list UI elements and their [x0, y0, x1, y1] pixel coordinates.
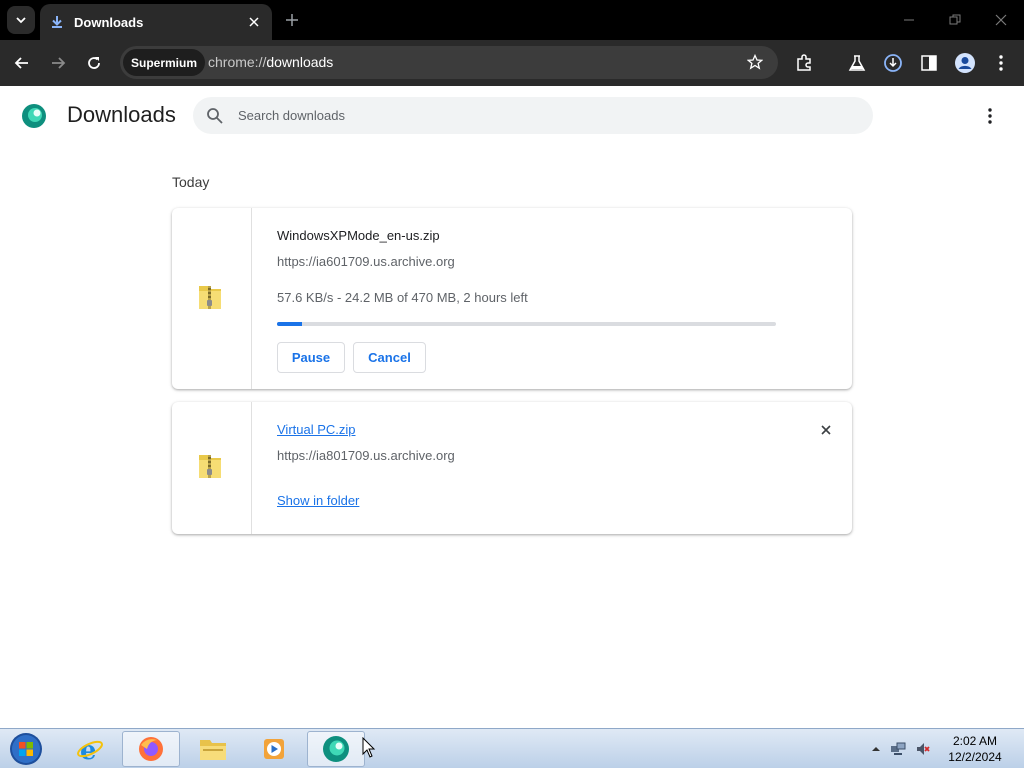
tab-title: Downloads — [74, 14, 144, 30]
labs-flask-icon[interactable] — [846, 52, 868, 74]
taskbar-file-explorer[interactable] — [184, 731, 242, 767]
file-icon-column — [172, 208, 252, 389]
minimize-icon[interactable] — [899, 10, 919, 30]
url-scheme: chrome:// — [208, 54, 267, 70]
profile-avatar-icon[interactable] — [954, 52, 976, 74]
media-player-icon — [264, 739, 284, 759]
back-arrow-icon[interactable] — [10, 51, 34, 75]
download-filename-link[interactable]: Virtual PC.zip — [277, 422, 356, 437]
tab-search-button[interactable] — [7, 6, 35, 34]
windows-taskbar: e 2:02 AM 12/2/2024 — [0, 728, 1024, 768]
download-source-url: https://ia801709.us.archive.org — [277, 448, 455, 463]
cancel-button[interactable]: Cancel — [353, 342, 426, 373]
taskbar-internet-explorer[interactable]: e — [61, 731, 119, 767]
address-bar[interactable]: Supermium chrome://downloads — [120, 46, 778, 79]
tab-downloads[interactable]: Downloads — [40, 4, 272, 40]
download-icon — [52, 16, 62, 28]
pause-button[interactable]: Pause — [277, 342, 345, 373]
supermium-logo-icon — [20, 102, 48, 130]
download-card-complete: Virtual PC.zip https://ia801709.us.archi… — [172, 402, 852, 534]
firefox-icon — [139, 737, 163, 761]
close-window-icon[interactable] — [991, 10, 1011, 30]
tab-close-icon[interactable] — [246, 14, 262, 30]
url-host: downloads — [266, 54, 334, 70]
clock-time: 2:02 AM — [952, 734, 998, 748]
download-progress-fill — [277, 322, 302, 326]
tray-expand-icon[interactable] — [868, 741, 884, 757]
internet-explorer-icon: e — [77, 736, 103, 764]
start-button[interactable] — [6, 731, 46, 767]
browser-chip[interactable]: Supermium — [123, 49, 206, 76]
url-text: chrome://downloads — [208, 54, 333, 70]
taskbar-firefox[interactable] — [122, 731, 180, 767]
mouse-cursor-icon — [362, 737, 376, 758]
download-status-text: 57.6 KB/s - 24.2 MB of 470 MB, 2 hours l… — [277, 290, 528, 305]
clock-date: 12/2/2024 — [948, 750, 1002, 764]
download-filename: WindowsXPMode_en-us.zip — [277, 228, 440, 243]
extensions-puzzle-icon[interactable] — [793, 52, 815, 74]
browser-toolbar: Supermium chrome://downloads — [0, 40, 1024, 86]
remove-download-close-icon[interactable] — [816, 420, 836, 440]
zip-folder-icon — [199, 455, 221, 478]
forward-arrow-icon[interactable] — [46, 51, 70, 75]
network-icon[interactable] — [890, 741, 906, 757]
zip-folder-icon — [199, 286, 221, 309]
side-panel-icon[interactable] — [918, 52, 940, 74]
tab-strip: Downloads — [0, 0, 1024, 40]
browser-menu-icon[interactable] — [990, 52, 1012, 74]
bookmark-star-icon[interactable] — [746, 53, 764, 71]
supermium-icon — [323, 736, 349, 762]
file-icon-column — [172, 402, 252, 534]
windows-logo-icon — [10, 733, 42, 765]
page-title: Downloads — [67, 102, 176, 127]
show-in-folder-link[interactable]: Show in folder — [277, 493, 359, 508]
restore-icon[interactable] — [945, 10, 965, 30]
folder-icon — [200, 740, 226, 760]
search-icon — [207, 108, 223, 124]
reload-icon[interactable] — [82, 51, 106, 75]
svg-text:e: e — [80, 736, 97, 764]
downloads-page: Downloads Today WindowsXPMode_en-us.zip … — [0, 86, 1024, 728]
system-clock[interactable]: 2:02 AM 12/2/2024 — [940, 733, 1010, 765]
chevron-down-icon — [16, 17, 26, 24]
page-menu-icon[interactable] — [978, 104, 1002, 128]
download-progress-icon[interactable] — [882, 52, 904, 74]
taskbar-media-player[interactable] — [245, 731, 303, 767]
download-progress-bar — [277, 322, 776, 326]
search-input[interactable] — [238, 97, 858, 134]
volume-muted-icon[interactable] — [915, 741, 931, 757]
new-tab-icon[interactable] — [282, 10, 302, 30]
search-box[interactable] — [193, 97, 873, 134]
taskbar-supermium[interactable] — [307, 731, 365, 767]
download-source-url: https://ia601709.us.archive.org — [277, 254, 455, 269]
download-card-active: WindowsXPMode_en-us.zip https://ia601709… — [172, 208, 852, 389]
date-section-label: Today — [172, 174, 210, 190]
